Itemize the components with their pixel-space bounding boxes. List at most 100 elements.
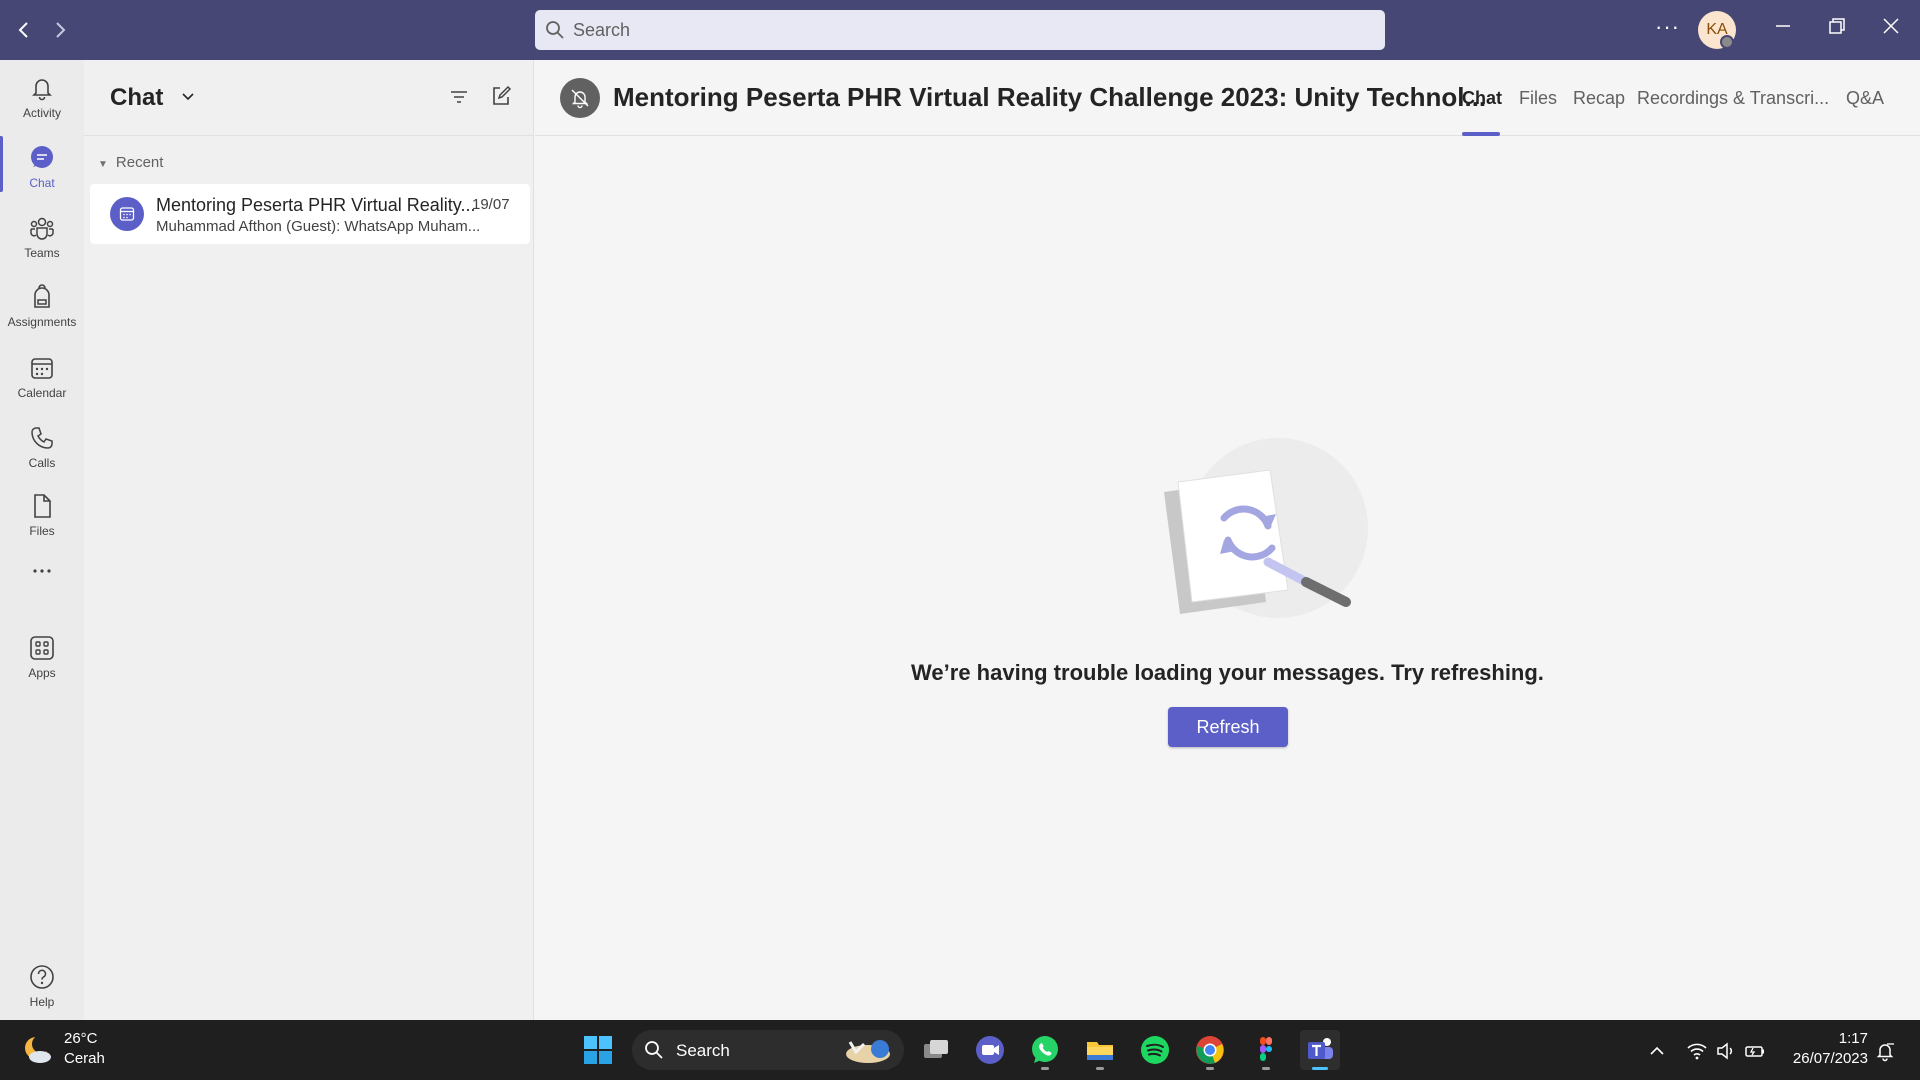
- presence-status-icon: [1720, 35, 1734, 49]
- rail-item-assignments[interactable]: Assignments: [0, 275, 84, 341]
- teams-app[interactable]: [1300, 1030, 1340, 1070]
- rail-label: Chat: [29, 176, 55, 190]
- restore-button[interactable]: [1822, 15, 1852, 45]
- file-explorer-app[interactable]: [1080, 1030, 1120, 1070]
- running-indicator: [1262, 1067, 1270, 1070]
- video-call-icon: [976, 1036, 1004, 1064]
- teams-logo-icon: [1308, 1038, 1333, 1059]
- rail-item-apps[interactable]: Apps: [0, 626, 84, 692]
- task-view-icon: [924, 1040, 948, 1058]
- active-app-indicator: [1312, 1067, 1328, 1070]
- more-icon: [33, 569, 51, 573]
- active-tab-underline: [1462, 132, 1500, 136]
- rail-label: Help: [29, 995, 55, 1009]
- figma-icon: [1260, 1037, 1272, 1061]
- loading-error-illustration: [1164, 438, 1368, 618]
- running-indicator: [1206, 1067, 1214, 1070]
- search-highlight-icon: [846, 1040, 890, 1063]
- windows-taskbar: 26°C Cerah Search 1:17 26/07/2023: [0, 1020, 1920, 1080]
- close-button[interactable]: [1876, 15, 1906, 45]
- filter-icon[interactable]: [448, 86, 470, 108]
- whatsapp-app[interactable]: [1025, 1030, 1065, 1070]
- rail-item-activity[interactable]: Activity: [0, 66, 84, 132]
- rail-label: Files: [29, 524, 55, 538]
- rail-item-teams[interactable]: Teams: [0, 206, 84, 272]
- tab-recordings-transcripts[interactable]: Recordings & Transcri...: [1637, 88, 1829, 109]
- chat-list-pane: Chat ▼ Recent Mentoring Peserta PHR Virtu…: [84, 60, 534, 1020]
- task-view-button[interactable]: [916, 1030, 956, 1070]
- clock-time[interactable]: 1:17: [1810, 1030, 1868, 1047]
- teams-meet-app[interactable]: [970, 1030, 1010, 1070]
- rail-label: Activity: [22, 106, 61, 120]
- conversation-header: Mentoring Peserta PHR Virtual Reality Ch…: [535, 60, 1920, 136]
- teams-icon: [30, 217, 54, 240]
- start-button[interactable]: [578, 1030, 618, 1070]
- backpack-icon: [34, 284, 50, 308]
- back-arrow-icon[interactable]: [12, 18, 36, 42]
- taskbar-search[interactable]: Search: [632, 1030, 904, 1070]
- search-icon: [546, 21, 564, 39]
- recent-section-header[interactable]: ▼ Recent: [98, 154, 163, 171]
- rail-item-calls[interactable]: Calls: [0, 416, 84, 482]
- search-placeholder: Search: [573, 20, 631, 40]
- weather-moon-icon[interactable]: [22, 1034, 54, 1066]
- rail-item-files[interactable]: Files: [0, 484, 84, 550]
- collapse-triangle-icon: ▼: [98, 159, 108, 170]
- tab-qa[interactable]: Q&A: [1846, 88, 1884, 109]
- running-indicator: [1041, 1067, 1049, 1070]
- chrome-app[interactable]: [1190, 1030, 1230, 1070]
- tab-chat[interactable]: Chat: [1462, 88, 1502, 109]
- battery-icon[interactable]: [1744, 1040, 1766, 1062]
- chat-icon: [31, 146, 53, 168]
- rail-item-chat[interactable]: Chat: [0, 136, 84, 202]
- tab-recap[interactable]: Recap: [1573, 88, 1625, 109]
- search-input[interactable]: Search: [535, 10, 1385, 50]
- chat-item-title: Mentoring Peserta PHR Virtual Reality...: [156, 195, 476, 215]
- title-bar: Search ··· KA: [0, 0, 1920, 60]
- main-content: Mentoring Peserta PHR Virtual Reality Ch…: [535, 60, 1920, 1020]
- calendar-icon: [119, 207, 135, 221]
- compose-icon[interactable]: [490, 85, 512, 107]
- refresh-button[interactable]: Refresh: [1168, 707, 1288, 747]
- minimize-button[interactable]: [1768, 15, 1798, 45]
- file-icon: [34, 494, 51, 518]
- spotify-icon: [1141, 1036, 1169, 1064]
- more-options-icon[interactable]: ···: [1655, 14, 1680, 40]
- whatsapp-icon: [1032, 1036, 1058, 1063]
- chat-list-item[interactable]: Mentoring Peserta PHR Virtual Reality...…: [90, 184, 530, 244]
- more-apps-button[interactable]: [0, 558, 84, 588]
- spotify-app[interactable]: [1135, 1030, 1175, 1070]
- volume-icon[interactable]: [1715, 1040, 1737, 1062]
- notifications-icon[interactable]: [1874, 1040, 1896, 1062]
- search-icon: [645, 1041, 663, 1059]
- folder-icon: [1087, 1042, 1113, 1060]
- meeting-avatar: [110, 197, 144, 231]
- recent-label: Recent: [115, 154, 164, 171]
- rail-item-help[interactable]: Help: [0, 955, 84, 1021]
- chat-list-header: Chat: [84, 60, 534, 136]
- error-message: We’re having trouble loading your messag…: [911, 660, 1544, 685]
- rail-label: Assignments: [7, 315, 77, 329]
- bell-off-icon: [571, 89, 589, 109]
- conversation-title: Mentoring Peserta PHR Virtual Reality Ch…: [613, 82, 1487, 112]
- chevron-up-icon[interactable]: [1646, 1040, 1668, 1062]
- wifi-icon[interactable]: [1686, 1040, 1708, 1062]
- weather-condition[interactable]: Cerah: [64, 1050, 105, 1067]
- calendar-icon: [31, 358, 53, 379]
- rail-label: Apps: [28, 666, 56, 680]
- tab-files[interactable]: Files: [1519, 88, 1557, 109]
- help-icon: [30, 965, 54, 989]
- clock-date[interactable]: 26/07/2023: [1778, 1050, 1868, 1067]
- windows-logo-icon: [584, 1036, 612, 1064]
- forward-arrow-icon[interactable]: [48, 18, 72, 42]
- bell-icon: [32, 79, 52, 101]
- weather-temperature[interactable]: 26°C: [64, 1030, 98, 1047]
- rail-item-calendar[interactable]: Calendar: [0, 346, 84, 412]
- chevron-down-icon[interactable]: [178, 86, 198, 106]
- figma-app[interactable]: [1246, 1030, 1286, 1070]
- rail-label: Calendar: [17, 386, 67, 400]
- chat-pane-title[interactable]: Chat: [110, 84, 163, 112]
- chrome-icon: [1196, 1036, 1224, 1064]
- running-indicator: [1096, 1067, 1104, 1070]
- meeting-muted-avatar: [560, 78, 600, 118]
